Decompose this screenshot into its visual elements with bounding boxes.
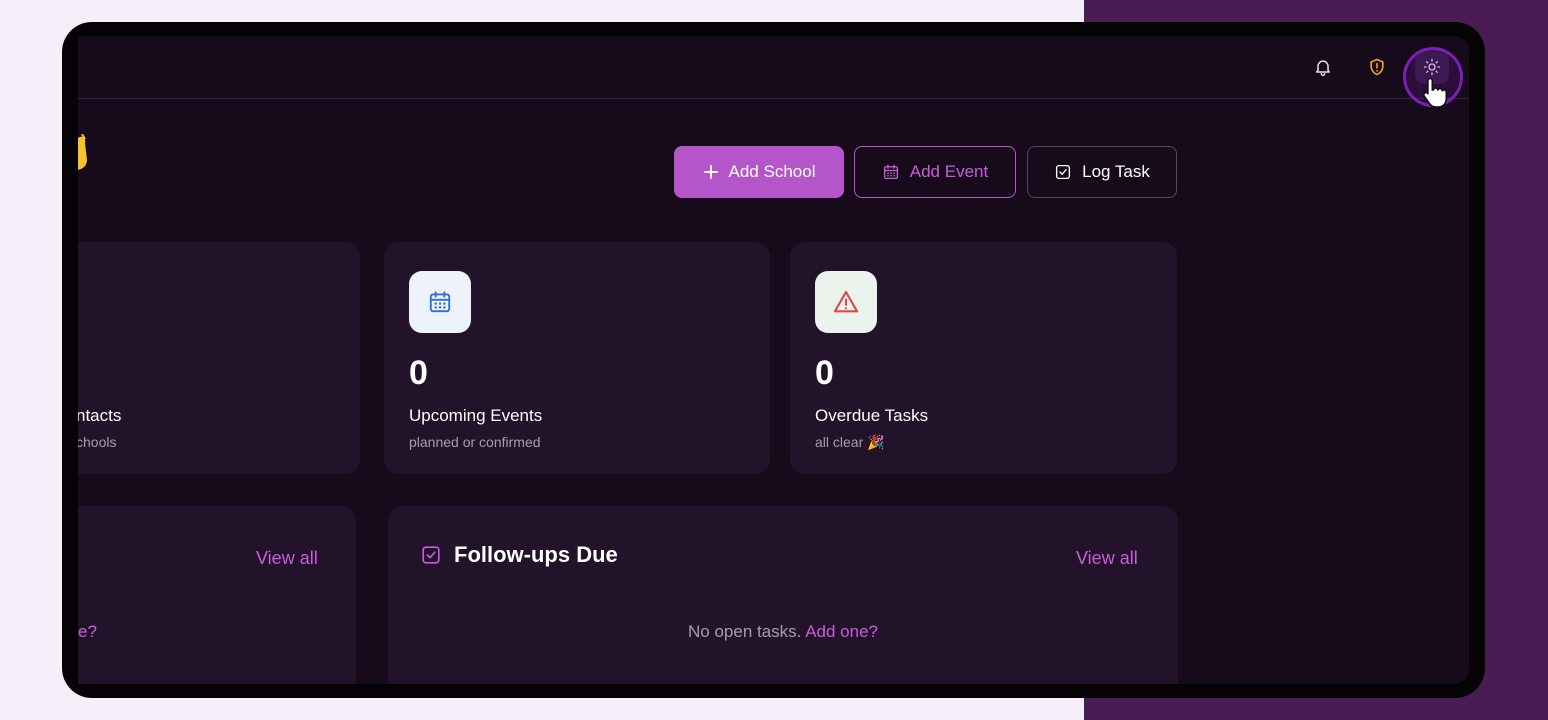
log-task-button[interactable]: Log Task (1027, 146, 1177, 198)
empty-text: No open tasks. (688, 622, 802, 641)
add-school-button[interactable]: Add School (674, 146, 844, 198)
top-bar (78, 36, 1469, 99)
add-event-button[interactable]: Add Event (854, 146, 1016, 198)
alert-triangle-icon (815, 271, 877, 333)
stat-label: Upcoming Events (409, 406, 543, 425)
panel-title: Follow-ups Due (420, 542, 618, 568)
calendar-icon (883, 164, 898, 180)
add-event-label: Add Event (909, 162, 989, 181)
stat-card-upcoming-events: 0 Upcoming Events planned or confirmed (384, 242, 770, 474)
checkbox-icon (422, 546, 440, 564)
left-panel: View all e? (78, 506, 356, 684)
stat-card-contacts: ntacts chools (78, 242, 360, 474)
follow-ups-panel: Follow-ups Due View all No open tasks. A… (388, 506, 1178, 684)
stat-subtext: planned or confirmed (409, 434, 541, 450)
empty-state: No open tasks. Add one? (388, 622, 1178, 642)
add-school-label: Add School (728, 162, 816, 181)
hand-pointer-icon (1422, 76, 1448, 113)
add-one-link[interactable]: e? (78, 622, 97, 642)
stat-value: 0 (409, 354, 428, 392)
stat-value: 0 (815, 354, 834, 392)
add-one-link[interactable]: Add one? (805, 622, 878, 641)
view-all-link[interactable]: View all (1076, 548, 1138, 569)
view-all-link[interactable]: View all (256, 548, 318, 569)
stat-subtext: all clear 🎉 (815, 434, 885, 450)
calendar-icon (409, 271, 471, 333)
shield-alert-icon[interactable] (1364, 54, 1390, 80)
app-screen: Add School Add Event Log Task ntacts cho… (78, 36, 1469, 684)
stat-subtext: chools (78, 434, 117, 450)
panel-title-text: Follow-ups Due (454, 542, 618, 567)
checkbox-icon (1056, 164, 1071, 180)
waving-hand-emoji (78, 133, 96, 170)
plus-icon (703, 165, 718, 179)
log-task-label: Log Task (1082, 162, 1150, 181)
stat-label: ntacts (78, 406, 122, 425)
stat-card-overdue-tasks: 0 Overdue Tasks all clear 🎉 (790, 242, 1177, 474)
stat-label: Overdue Tasks (815, 406, 929, 425)
bell-icon[interactable] (1310, 54, 1336, 80)
